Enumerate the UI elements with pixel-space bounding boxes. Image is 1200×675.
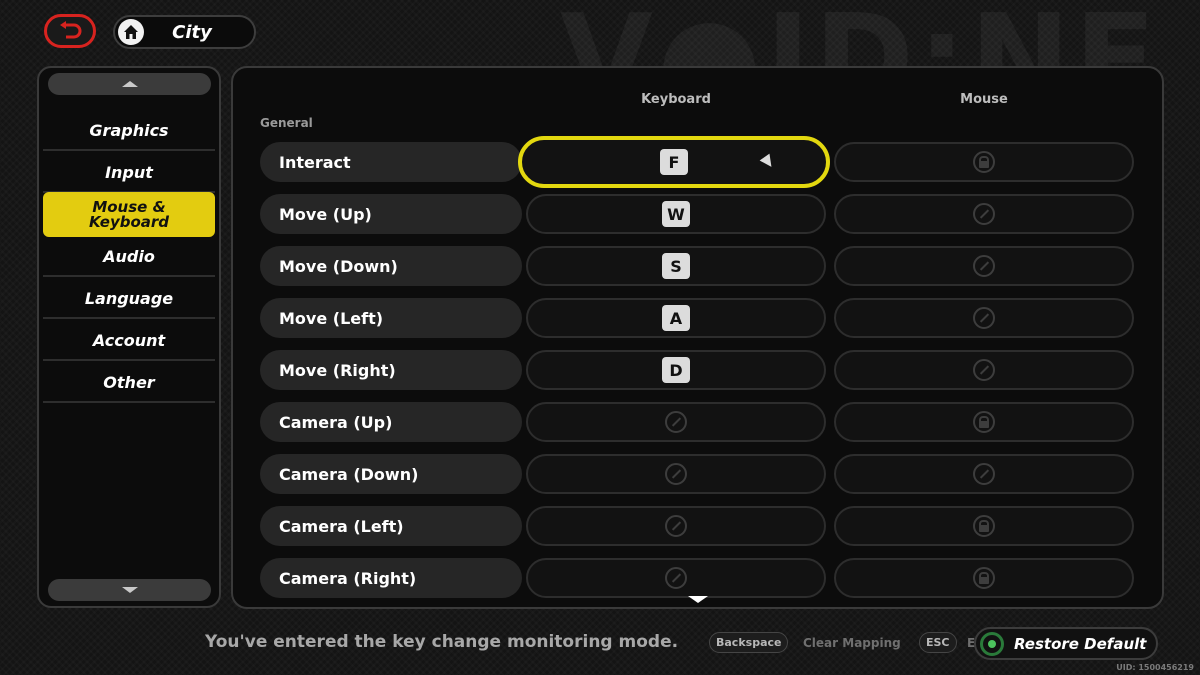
restore-default-button[interactable]: Restore Default	[974, 627, 1158, 660]
location-breadcrumb: City	[113, 15, 256, 49]
status-message: You've entered the key change monitoring…	[205, 632, 679, 652]
binding-row-move-left: Move (Left) A	[260, 298, 1134, 338]
binding-row-move-up: Move (Up) W	[260, 194, 1134, 234]
keyboard-binding-slot[interactable]	[526, 558, 826, 598]
return-arrow-icon	[60, 21, 82, 39]
binding-row-camera-down: Camera (Down)	[260, 454, 1134, 494]
binding-action-label: Move (Left)	[260, 298, 522, 338]
keycap: D	[662, 357, 690, 383]
sidebar-item-account[interactable]: Account	[43, 321, 215, 361]
lock-icon	[973, 151, 995, 173]
backspace-key-hint: Backspace	[709, 632, 789, 653]
sidebar-item-language[interactable]: Language	[43, 279, 215, 319]
unbound-icon	[665, 411, 687, 433]
binding-action-label: Camera (Left)	[260, 506, 522, 546]
mouse-binding-slot[interactable]	[834, 402, 1134, 442]
mouse-binding-slot[interactable]	[834, 194, 1134, 234]
mouse-binding-slot[interactable]	[834, 506, 1134, 546]
mouse-binding-slot[interactable]	[834, 350, 1134, 390]
sidebar-scroll-up-button[interactable]	[48, 73, 211, 95]
confirm-button-icon	[980, 631, 1004, 656]
chevron-down-icon	[121, 587, 138, 593]
sidebar-item-mouse-keyboard[interactable]: Mouse & Keyboard	[43, 192, 215, 237]
binding-action-label: Interact	[260, 142, 522, 182]
back-button[interactable]	[44, 14, 96, 48]
lock-icon	[973, 567, 995, 589]
mouse-binding-slot[interactable]	[834, 298, 1134, 338]
mouse-cursor-icon	[759, 153, 777, 171]
settings-sidebar: Graphics Input Mouse & Keyboard Audio Lan…	[37, 66, 221, 608]
sidebar-item-input[interactable]: Input	[43, 153, 215, 193]
binding-row-camera-up: Camera (Up)	[260, 402, 1134, 442]
binding-row-camera-left: Camera (Left)	[260, 506, 1134, 546]
scroll-more-icon[interactable]	[688, 596, 708, 603]
binding-action-label: Move (Down)	[260, 246, 522, 286]
keycap: F	[660, 149, 688, 175]
section-label: General	[260, 116, 313, 130]
binding-action-label: Camera (Right)	[260, 558, 522, 598]
binding-action-label: Camera (Up)	[260, 402, 522, 442]
user-id: UID: 1500456219	[1116, 663, 1194, 672]
keyboard-binding-slot[interactable]: S	[526, 246, 826, 286]
home-icon	[118, 19, 144, 45]
binding-action-label: Move (Right)	[260, 350, 522, 390]
keycap: S	[662, 253, 690, 279]
unbound-icon	[973, 307, 995, 329]
location-title: City	[172, 21, 212, 43]
restore-default-label: Restore Default	[1014, 634, 1147, 653]
keycap: A	[662, 305, 690, 331]
esc-key-hint: ESC	[919, 632, 957, 653]
sidebar-scroll-down-button[interactable]	[48, 579, 211, 601]
lock-icon	[973, 411, 995, 433]
binding-row-interact: Interact F	[260, 136, 1134, 188]
sidebar-item-graphics[interactable]: Graphics	[43, 111, 215, 151]
unbound-icon	[973, 255, 995, 277]
unbound-icon	[973, 463, 995, 485]
column-header-keyboard: Keyboard	[641, 92, 711, 107]
key-bindings-panel: Keyboard Mouse General Interact F Move (Up…	[231, 66, 1164, 609]
lock-icon	[973, 515, 995, 537]
unbound-icon	[973, 359, 995, 381]
sidebar-item-audio[interactable]: Audio	[43, 237, 215, 277]
chevron-up-icon	[121, 81, 138, 87]
keyboard-binding-slot[interactable]: D	[526, 350, 826, 390]
clear-mapping-hint: Clear Mapping	[803, 636, 901, 650]
keyboard-binding-slot[interactable]: A	[526, 298, 826, 338]
keyboard-binding-slot[interactable]	[526, 402, 826, 442]
keycap: W	[662, 201, 690, 227]
keyboard-binding-slot[interactable]	[526, 454, 826, 494]
unbound-icon	[665, 463, 687, 485]
keyboard-binding-slot[interactable]	[526, 506, 826, 546]
binding-action-label: Camera (Down)	[260, 454, 522, 494]
column-header-mouse: Mouse	[960, 92, 1008, 107]
unbound-icon	[665, 515, 687, 537]
mouse-binding-slot[interactable]	[834, 454, 1134, 494]
sidebar-item-other[interactable]: Other	[43, 363, 215, 403]
binding-row-move-down: Move (Down) S	[260, 246, 1134, 286]
mouse-binding-slot[interactable]	[834, 558, 1134, 598]
keyboard-binding-slot[interactable]: W	[526, 194, 826, 234]
mouse-binding-slot[interactable]	[834, 142, 1134, 182]
binding-action-label: Move (Up)	[260, 194, 522, 234]
unbound-icon	[665, 567, 687, 589]
keyboard-binding-slot[interactable]: F	[518, 136, 830, 188]
unbound-icon	[973, 203, 995, 225]
binding-row-camera-right: Camera (Right)	[260, 558, 1134, 598]
binding-row-move-right: Move (Right) D	[260, 350, 1134, 390]
mouse-binding-slot[interactable]	[834, 246, 1134, 286]
